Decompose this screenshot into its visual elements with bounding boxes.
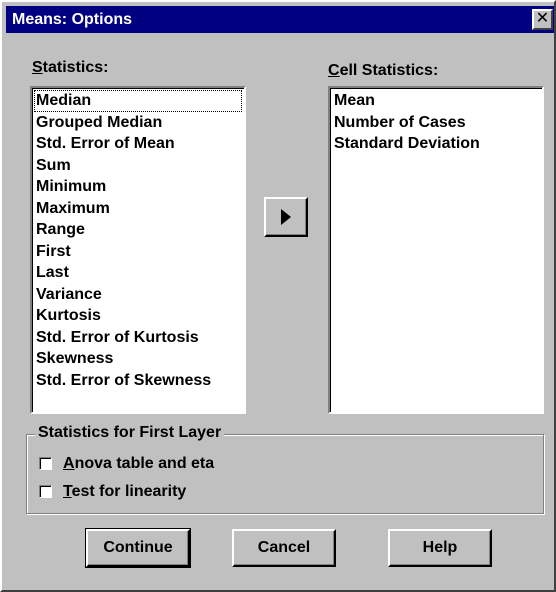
list-item[interactable]: Std. Error of Kurtosis: [34, 327, 244, 349]
title-bar[interactable]: Means: Options ✕: [6, 6, 554, 33]
close-button[interactable]: ✕: [532, 9, 553, 30]
list-item[interactable]: Skewness: [34, 348, 244, 370]
anova-checkbox[interactable]: [39, 457, 52, 470]
list-item[interactable]: Standard Deviation: [332, 133, 542, 155]
first-layer-groupbox: Statistics for First Layer Anova table a…: [26, 424, 544, 514]
list-item[interactable]: Minimum: [34, 176, 244, 198]
help-button[interactable]: Help: [388, 529, 492, 567]
statistics-listbox[interactable]: Median Grouped Median Std. Error of Mean…: [30, 86, 246, 414]
list-item[interactable]: Range: [34, 219, 244, 241]
list-item[interactable]: Sum: [34, 155, 244, 177]
cell-statistics-label: Cell Statistics:: [328, 62, 439, 79]
list-item[interactable]: Std. Error of Mean: [34, 133, 244, 155]
cancel-button[interactable]: Cancel: [232, 529, 336, 567]
list-item[interactable]: Variance: [34, 284, 244, 306]
anova-label: Anova table and eta: [63, 455, 215, 472]
right-arrow-icon: [281, 209, 291, 225]
list-item[interactable]: Number of Cases: [332, 112, 542, 134]
statistics-label: Statistics:: [32, 59, 109, 76]
list-item[interactable]: Grouped Median: [34, 112, 244, 134]
list-item[interactable]: Maximum: [34, 198, 244, 220]
close-icon: ✕: [535, 10, 550, 27]
move-to-cell-statistics-button[interactable]: [264, 197, 308, 237]
list-item[interactable]: Median: [34, 90, 242, 112]
list-item[interactable]: First: [34, 241, 244, 263]
list-item[interactable]: Last: [34, 262, 244, 284]
first-layer-legend: Statistics for First Layer: [35, 424, 225, 442]
list-item[interactable]: Mean: [332, 90, 542, 112]
linearity-checkbox[interactable]: [39, 485, 52, 498]
window-title: Means: Options: [12, 11, 133, 28]
list-item[interactable]: Std. Error of Skewness: [34, 370, 244, 392]
cell-statistics-listbox[interactable]: Mean Number of Cases Standard Deviation: [328, 86, 544, 414]
linearity-label: Test for linearity: [63, 483, 187, 500]
list-item[interactable]: Kurtosis: [34, 305, 244, 327]
continue-button[interactable]: Continue: [85, 528, 191, 568]
means-options-dialog: Means: Options ✕ Statistics: Median Grou…: [0, 0, 556, 592]
